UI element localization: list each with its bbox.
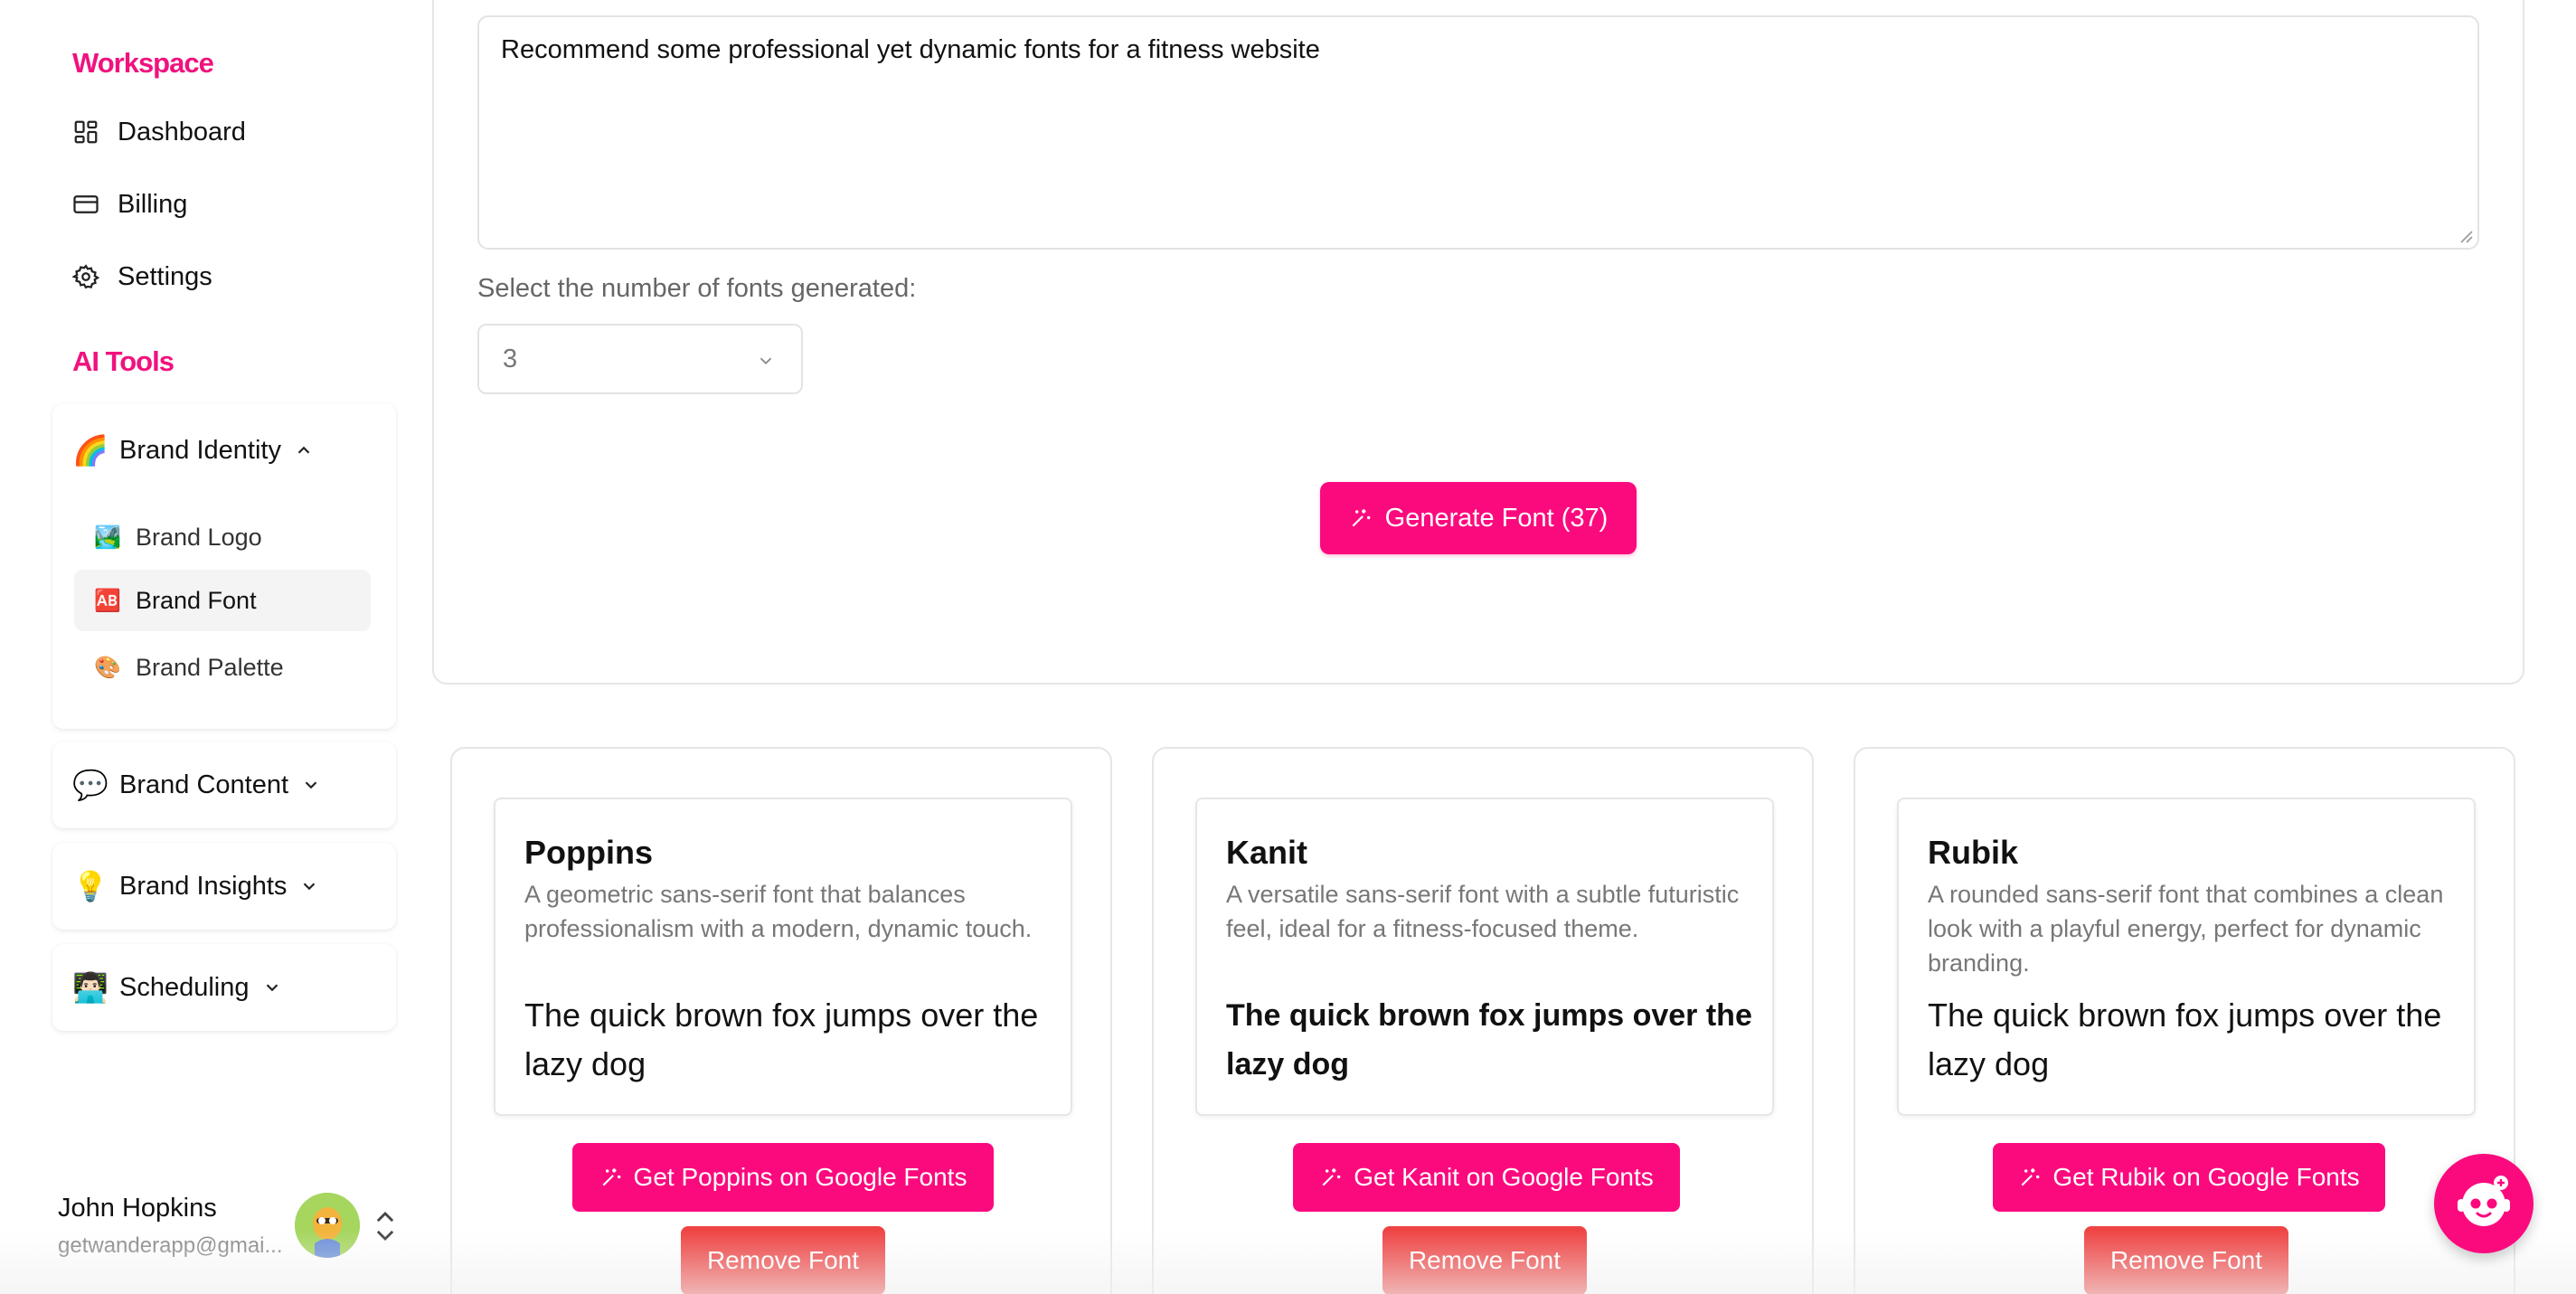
gear-icon [72,264,99,289]
group-brand-content-label: Brand Content [119,770,289,799]
nav-settings[interactable]: Settings [72,250,212,304]
nav-billing-label: Billing [118,189,188,219]
get-google-fonts-button[interactable]: Get Poppins on Google Fonts [572,1143,994,1212]
group-brand-content[interactable]: 💬 Brand Content [52,741,396,828]
group-scheduling-label: Scheduling [119,972,250,1002]
font-description: A geometric sans-serif font that balance… [524,881,1033,942]
group-brand-insights-toggle[interactable]: 💡 Brand Insights [72,859,319,913]
font-name: Rubik [1928,834,2019,871]
font-count-label: Select the number of fonts generated: [477,274,917,303]
dashboard-icon [74,120,98,144]
nav-dashboard-label: Dashboard [118,117,246,146]
sub-brand-palette[interactable]: 🎨 Brand Palette [74,637,371,698]
nav-billing[interactable]: Billing [72,177,187,231]
remove-font-label: Remove Font [1408,1246,1562,1274]
font-description: A versatile sans-serif font with a subtl… [1226,881,1740,942]
chevron-down-icon [266,984,278,992]
remove-font-label: Remove Font [706,1246,860,1274]
lightbulb-icon: 💡 [72,870,109,902]
font-preview-box: Poppins A geometric sans-serif font that… [494,798,1072,1116]
avatar-illustration [295,1193,360,1258]
landscape-icon: 🏞️ [94,524,121,550]
sparkle-icon [602,1168,620,1186]
generate-font-label: Generate Font (37) [1384,503,1609,533]
font-preview-box: Rubik A rounded sans-serif font that com… [1897,798,2476,1116]
sidebar: Workspace Dashboard Billing Settings AI … [0,0,416,1294]
user-email: getwanderapp@gmai... [58,1233,283,1258]
chevron-down-icon [304,883,316,891]
prompt-text: Recommend some professional yet dynamic … [501,35,1320,64]
remove-font-label: Remove Font [2109,1246,2263,1274]
user-menu[interactable]: John Hopkins getwanderapp@gmai... [58,1188,401,1279]
avatar[interactable] [295,1193,360,1258]
group-scheduling-toggle[interactable]: 👨🏻‍💻 Scheduling [72,960,282,1015]
nav-settings-label: Settings [118,261,212,291]
group-brand-content-toggle[interactable]: 💬 Brand Content [72,758,321,812]
font-sample: The quick brown fox jumps over the lazy … [1928,996,2442,1082]
rainbow-icon: 🌈 [72,434,109,467]
remove-font-button[interactable]: Remove Font [2084,1226,2288,1294]
font-name: Kanit [1226,834,1307,871]
speech-bubble-icon: 💬 [72,769,109,801]
sub-brand-font-label: Brand Font [136,586,257,614]
font-card-poppins: Poppins A geometric sans-serif font that… [450,747,1112,1294]
sparkle-icon [1352,509,1370,527]
chevron-down-icon [305,781,317,789]
chevron-up-icon [297,446,310,454]
user-name: John Hopkins [58,1194,217,1223]
remove-font-button[interactable]: Remove Font [681,1226,885,1294]
get-google-fonts-label: Get Poppins on Google Fonts [633,1163,967,1191]
font-description: A rounded sans-serif font that combines … [1928,881,2444,977]
sub-brand-font[interactable]: 🆎 Brand Font [74,570,371,631]
robot-icon [2458,1176,2510,1226]
sub-brand-logo-label: Brand Logo [136,523,262,551]
card-icon [73,195,99,213]
ai-tools-title: AI Tools [72,345,175,377]
font-count-select[interactable]: 3 [477,324,803,394]
get-google-fonts-label: Get Kanit on Google Fonts [1354,1163,1654,1191]
font-card-rubik: Rubik A rounded sans-serif font that com… [1854,747,2515,1294]
ab-icon: 🆎 [94,588,121,613]
sparkle-icon [1322,1168,1341,1186]
font-card-kanit: Kanit A versatile sans-serif font with a… [1152,747,1814,1294]
chevron-updown-icon[interactable] [373,1208,398,1244]
group-brand-insights-label: Brand Insights [119,871,288,901]
generate-font-button[interactable]: Generate Font (37) [1320,482,1637,554]
font-preview-box: Kanit A versatile sans-serif font with a… [1195,798,1774,1116]
group-brand-identity-toggle[interactable]: 🌈 Brand Identity [72,423,314,477]
group-brand-identity-label: Brand Identity [119,435,281,465]
font-sample: The quick brown fox jumps over the lazy … [524,996,1039,1082]
font-name: Poppins [524,834,653,871]
get-google-fonts-button[interactable]: Get Kanit on Google Fonts [1293,1143,1680,1212]
sub-brand-palette-label: Brand Palette [136,653,284,681]
resize-grip-icon[interactable] [2458,228,2474,244]
font-sample: The quick brown fox jumps over the lazy … [1226,998,1752,1081]
prompt-textarea[interactable]: Recommend some professional yet dynamic … [477,15,2479,250]
chevron-down-icon [760,357,772,365]
workspace-title: Workspace [72,47,214,79]
chatbot-button[interactable] [2434,1154,2534,1253]
sub-brand-logo[interactable]: 🏞️ Brand Logo [74,506,371,568]
sparkle-icon [2021,1168,2040,1186]
remove-font-button[interactable]: Remove Font [1382,1226,1587,1294]
group-brand-insights[interactable]: 💡 Brand Insights [52,843,396,930]
nav-dashboard[interactable]: Dashboard [72,105,246,159]
group-scheduling[interactable]: 👨🏻‍💻 Scheduling [52,944,396,1031]
technologist-icon: 👨🏻‍💻 [72,971,109,1004]
get-google-fonts-button[interactable]: Get Rubik on Google Fonts [1993,1143,2385,1212]
group-brand-identity: 🌈 Brand Identity 🏞️ Brand Logo 🆎 Brand F… [52,403,396,729]
palette-icon: 🎨 [94,655,121,680]
font-count-value: 3 [503,344,518,373]
get-google-fonts-label: Get Rubik on Google Fonts [2052,1163,2360,1191]
